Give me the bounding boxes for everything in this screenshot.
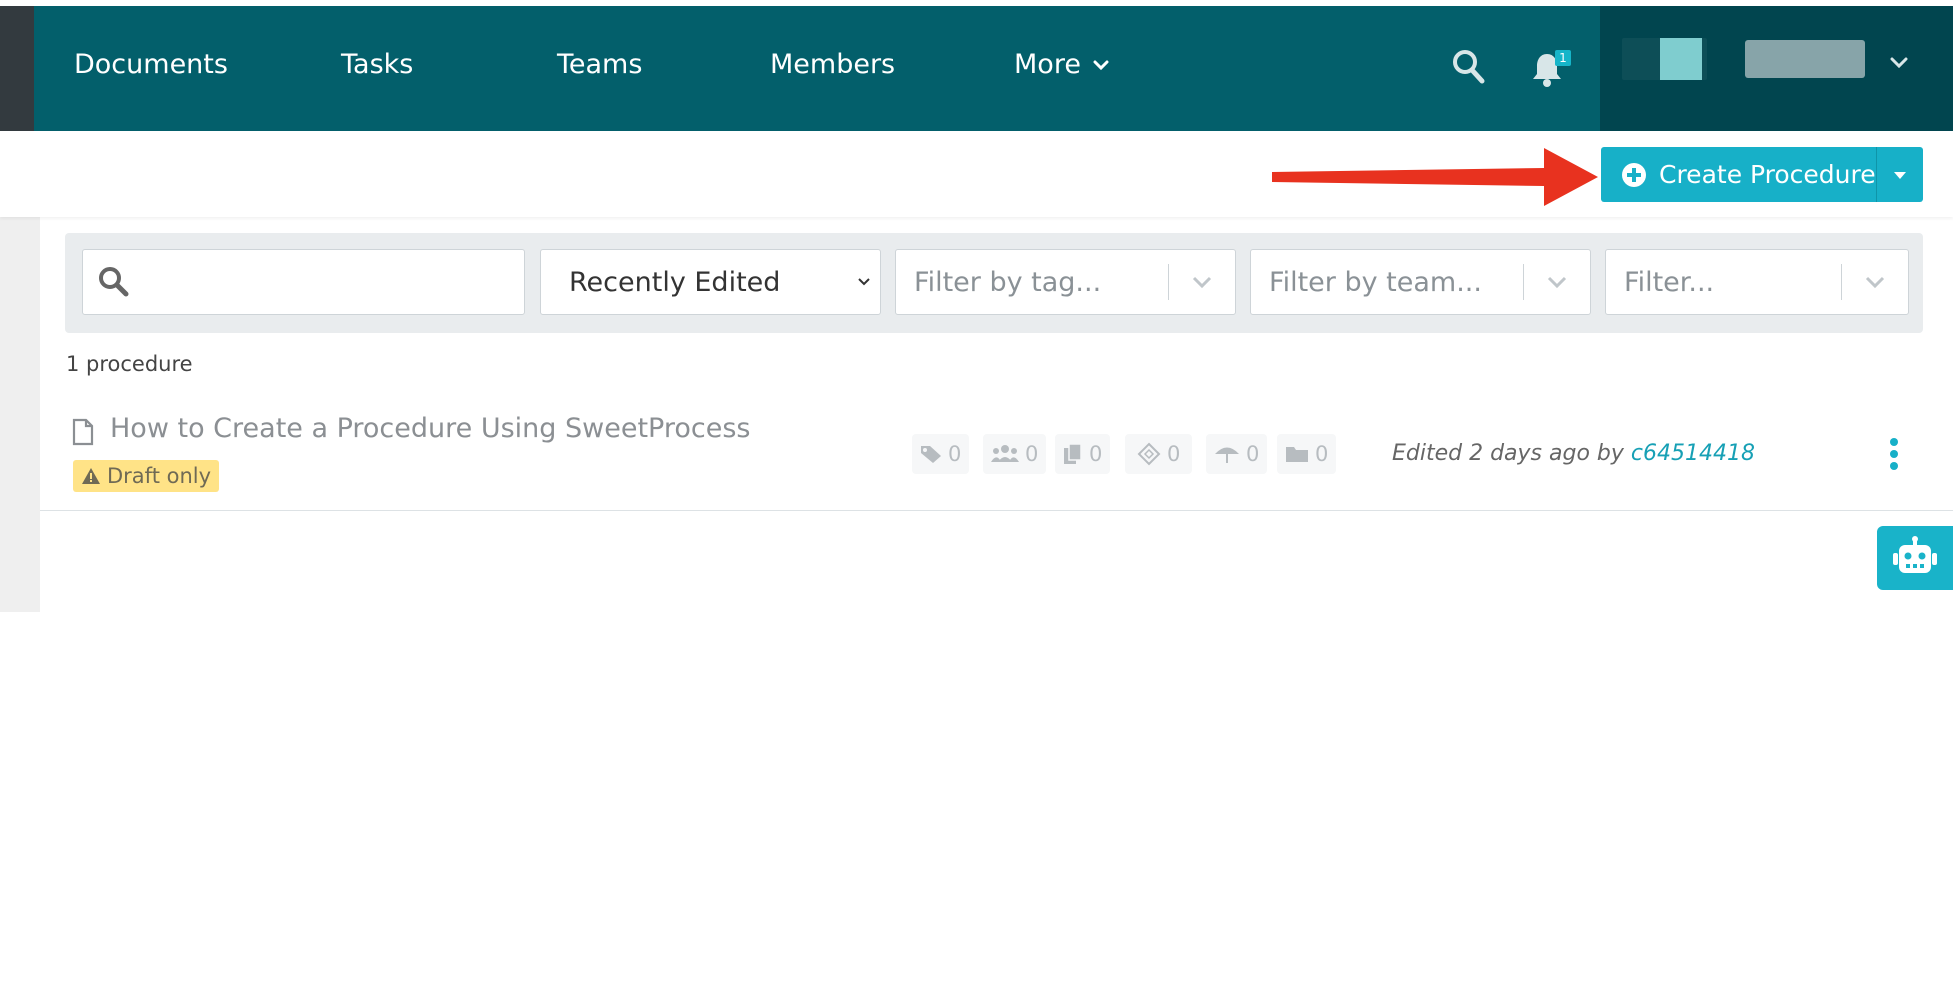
avatar-image (1660, 38, 1702, 80)
chevron-down-icon (858, 278, 870, 286)
search-input[interactable] (82, 249, 525, 315)
left-rail-top (0, 6, 34, 131)
users-icon (991, 445, 1019, 462)
nav-members[interactable]: Members (770, 49, 895, 80)
plus-circle-icon (1622, 162, 1646, 187)
more-options-icon[interactable] (1888, 437, 1900, 471)
sort-select[interactable]: Recently Edited (540, 249, 881, 315)
umbrella-icon (1215, 447, 1239, 463)
procedure-count: 1 procedure (66, 352, 193, 376)
edited-info: Edited 2 days ago by c64514418 (1392, 441, 1755, 466)
edited-text: Edited 2 days ago by (1392, 441, 1624, 466)
sort-select-value: Recently Edited (569, 266, 781, 298)
nav-more-label: More (1014, 49, 1081, 80)
nav-more[interactable]: More (1014, 49, 1109, 80)
teams-count[interactable]: 0 (983, 434, 1047, 474)
create-procedure-label: Create Procedure (1659, 160, 1876, 189)
search-icon (99, 267, 129, 297)
draft-badge: Draft only (73, 460, 220, 492)
approvals-count[interactable]: 0 (1125, 434, 1193, 474)
tag-icon (921, 446, 941, 463)
team-filter[interactable]: Filter by team... (1250, 249, 1591, 315)
search-icon[interactable] (1451, 48, 1487, 86)
create-procedure-main[interactable]: Create Procedure (1601, 147, 1876, 202)
other-filter[interactable]: Filter... (1605, 249, 1909, 315)
user-menu-chevron-icon[interactable] (1890, 56, 1908, 70)
procedure-title-link[interactable]: How to Create a Procedure Using SweetPro… (110, 413, 750, 444)
draft-badge-label: Draft only (107, 464, 212, 488)
documents-count[interactable]: 0 (1055, 434, 1111, 474)
tags-count-value: 0 (948, 442, 962, 466)
folder-icon (1286, 447, 1308, 462)
documents-count-value: 0 (1089, 442, 1103, 466)
folders-count[interactable]: 0 (1277, 434, 1337, 474)
other-filter-placeholder: Filter... (1624, 266, 1715, 298)
user-name-blurred (1745, 40, 1865, 78)
warning-icon (82, 468, 100, 484)
edited-by-user-link[interactable]: c64514418 (1631, 441, 1755, 466)
copy-icon (1064, 443, 1082, 464)
app-frame: Documents Tasks Teams Members More 1 Cre… (0, 0, 1953, 994)
tag-filter[interactable]: Filter by tag... (895, 249, 1236, 315)
robot-icon (1893, 536, 1937, 573)
tag-filter-placeholder: Filter by tag... (914, 266, 1102, 298)
teams-count-value: 0 (1025, 442, 1039, 466)
red-arrow-annotation (1272, 148, 1598, 206)
shares-count[interactable]: 0 (1206, 434, 1268, 474)
nav-tasks[interactable]: Tasks (341, 49, 413, 80)
chevron-down-icon (1093, 60, 1109, 70)
caret-down-icon (1893, 171, 1906, 179)
create-procedure-dropdown[interactable] (1875, 147, 1923, 202)
nav-teams[interactable]: Teams (557, 49, 642, 80)
diamond-icon (1137, 442, 1161, 466)
shares-count-value: 0 (1246, 442, 1260, 466)
chevron-down-icon (1865, 276, 1885, 289)
folders-count-value: 0 (1315, 442, 1329, 466)
tags-count[interactable]: 0 (912, 434, 970, 474)
team-filter-placeholder: Filter by team... (1269, 266, 1482, 298)
chatbot-button[interactable] (1877, 526, 1953, 590)
chevron-down-icon (1192, 276, 1212, 289)
notification-badge: 1 (1555, 50, 1571, 66)
nav-documents[interactable]: Documents (74, 49, 228, 80)
create-procedure-button[interactable]: Create Procedure (1601, 147, 1923, 202)
approvals-count-value: 0 (1167, 442, 1181, 466)
document-icon (72, 418, 94, 446)
chevron-down-icon (1547, 276, 1567, 289)
